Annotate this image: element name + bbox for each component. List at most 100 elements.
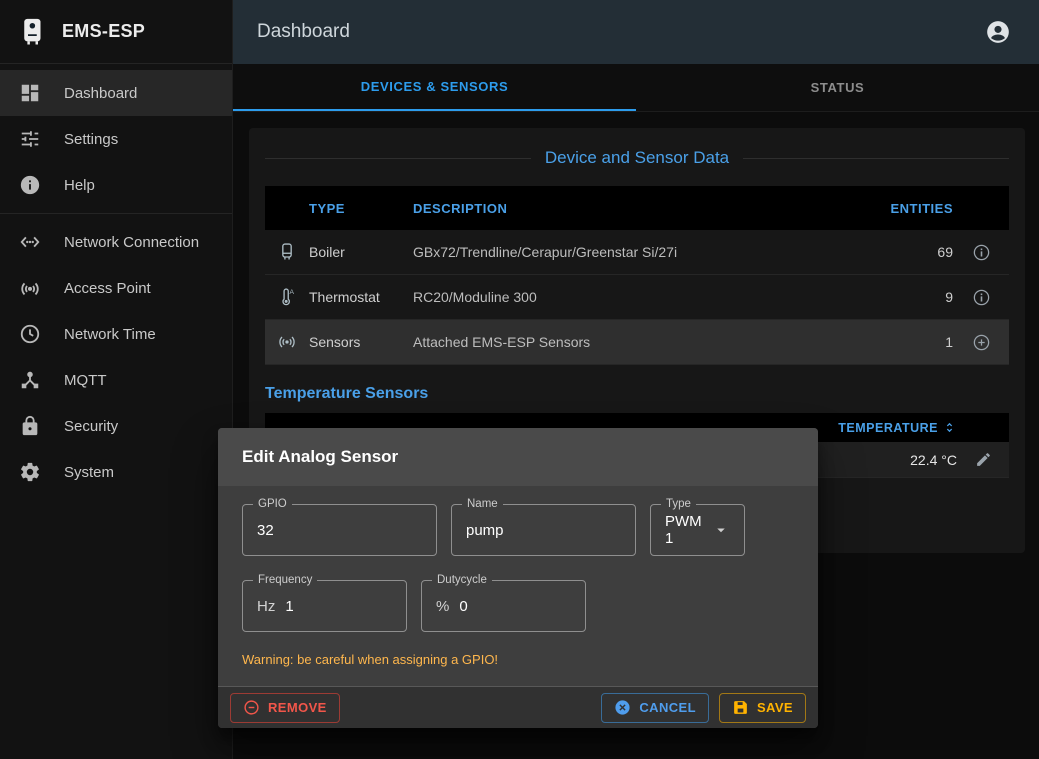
pencil-icon[interactable] bbox=[973, 449, 994, 470]
caret-down-icon bbox=[712, 521, 730, 539]
sidebar-item-mqtt[interactable]: MQTT bbox=[0, 357, 232, 403]
page-title: Dashboard bbox=[257, 21, 981, 43]
app-logo: EMS-ESP bbox=[0, 0, 232, 64]
sidebar-item-label: MQTT bbox=[64, 372, 107, 389]
tab-devices-sensors[interactable]: DEVICES & SENSORS bbox=[233, 64, 636, 111]
section-title: Device and Sensor Data bbox=[265, 148, 1009, 168]
sidebar-item-label: Settings bbox=[64, 131, 118, 148]
sidebar-item-network-time[interactable]: Network Time bbox=[0, 311, 232, 357]
account-button[interactable] bbox=[981, 15, 1015, 49]
device-entities: 69 bbox=[883, 244, 953, 260]
device-description: RC20/Moduline 300 bbox=[413, 289, 883, 305]
tab-status[interactable]: STATUS bbox=[636, 64, 1039, 111]
device-type: Boiler bbox=[309, 244, 413, 260]
svg-text:A: A bbox=[290, 289, 295, 296]
type-select[interactable]: Type PWM 1 bbox=[650, 504, 745, 556]
device-type: Thermostat bbox=[309, 289, 413, 305]
device-type: Sensors bbox=[309, 334, 413, 350]
sidebar-item-settings[interactable]: Settings bbox=[0, 116, 232, 162]
tab-bar: DEVICES & SENSORS STATUS bbox=[233, 64, 1039, 112]
sidebar-item-help[interactable]: Help bbox=[0, 162, 232, 208]
sidebar-item-system[interactable]: System bbox=[0, 449, 232, 495]
type-value: PWM 1 bbox=[665, 513, 712, 547]
gpio-label: GPIO bbox=[253, 497, 292, 511]
ems-esp-app: EMS-ESP Dashboard Settings Help bbox=[0, 0, 1039, 759]
temperature-column-header[interactable]: TEMPERATURE bbox=[797, 420, 957, 435]
sidebar-item-label: System bbox=[64, 464, 114, 481]
temperature-value: 22.4 °C bbox=[797, 452, 957, 468]
sidebar: EMS-ESP Dashboard Settings Help bbox=[0, 0, 233, 759]
dialog-actions: REMOVE CANCEL SAVE bbox=[218, 686, 818, 728]
table-row-sensors: Sensors Attached EMS-ESP Sensors 1 bbox=[265, 320, 1009, 365]
cancel-button[interactable]: CANCEL bbox=[601, 693, 709, 723]
device-description: GBx72/Trendline/Cerapur/Greenstar Si/27i bbox=[413, 244, 883, 260]
sidebar-item-label: Network Connection bbox=[64, 234, 199, 251]
gear-icon bbox=[18, 460, 42, 484]
info-icon bbox=[18, 173, 42, 197]
frequency-input[interactable] bbox=[285, 598, 392, 615]
dialog-title: Edit Analog Sensor bbox=[218, 428, 818, 486]
settings-ethernet-icon bbox=[18, 230, 42, 254]
lock-icon bbox=[18, 414, 42, 438]
minus-circle-icon bbox=[243, 699, 260, 716]
add-circle-icon[interactable] bbox=[970, 331, 993, 354]
table-row-boiler: Boiler GBx72/Trendline/Cerapur/Greenstar… bbox=[265, 230, 1009, 275]
frequency-label: Frequency bbox=[253, 573, 317, 587]
section-title-text: Device and Sensor Data bbox=[545, 148, 729, 168]
tune-icon bbox=[18, 127, 42, 151]
frequency-unit: Hz bbox=[257, 598, 275, 615]
type-label: Type bbox=[661, 497, 696, 511]
sidebar-item-security[interactable]: Security bbox=[0, 403, 232, 449]
name-field: Name bbox=[451, 504, 636, 556]
header-entities: ENTITIES bbox=[883, 201, 953, 216]
dutycycle-field: Dutycycle % bbox=[421, 580, 586, 632]
water-heater-logo-icon bbox=[18, 17, 48, 47]
sidebar-item-label: Dashboard bbox=[64, 85, 137, 102]
sidebar-item-network-connection[interactable]: Network Connection bbox=[0, 219, 232, 265]
device-table: TYPE DESCRIPTION ENTITIES Boiler GBx72/T… bbox=[265, 186, 1009, 365]
edit-analog-sensor-dialog: Edit Analog Sensor GPIO Name Type PWM 1 bbox=[218, 428, 818, 728]
cancel-circle-icon bbox=[614, 699, 631, 716]
app-bar: Dashboard bbox=[233, 0, 1039, 64]
dialog-body: GPIO Name Type PWM 1 Frequency bbox=[218, 486, 818, 686]
device-description: Attached EMS-ESP Sensors bbox=[413, 334, 883, 350]
floppy-icon bbox=[732, 699, 749, 716]
device-table-header: TYPE DESCRIPTION ENTITIES bbox=[265, 186, 1009, 230]
gpio-field: GPIO bbox=[242, 504, 437, 556]
name-label: Name bbox=[462, 497, 503, 511]
sidebar-item-label: Network Time bbox=[64, 326, 156, 343]
thermostat-icon: A bbox=[265, 287, 309, 307]
sidebar-nav: Dashboard Settings Help Network Conn bbox=[0, 64, 232, 495]
dashboard-icon bbox=[18, 81, 42, 105]
sensor-icon bbox=[265, 332, 309, 352]
info-outline-icon[interactable] bbox=[970, 241, 993, 264]
temperature-sensors-title: Temperature Sensors bbox=[265, 385, 1009, 403]
sidebar-item-label: Security bbox=[64, 418, 118, 435]
header-type: TYPE bbox=[309, 201, 413, 216]
device-entities: 1 bbox=[883, 334, 953, 350]
account-circle-icon bbox=[985, 19, 1011, 45]
gpio-warning-text: Warning: be careful when assigning a GPI… bbox=[242, 652, 794, 667]
info-outline-icon[interactable] bbox=[970, 286, 993, 309]
wifi-tethering-icon bbox=[18, 276, 42, 300]
dutycycle-input[interactable] bbox=[459, 598, 571, 615]
table-row-thermostat: A Thermostat RC20/Moduline 300 9 bbox=[265, 275, 1009, 320]
clock-icon bbox=[18, 322, 42, 346]
sidebar-item-label: Help bbox=[64, 177, 95, 194]
device-hub-icon bbox=[18, 368, 42, 392]
frequency-field: Frequency Hz bbox=[242, 580, 407, 632]
app-title: EMS-ESP bbox=[62, 21, 145, 42]
sidebar-divider bbox=[0, 213, 232, 214]
dutycycle-label: Dutycycle bbox=[432, 573, 492, 587]
save-button[interactable]: SAVE bbox=[719, 693, 806, 723]
sidebar-item-dashboard[interactable]: Dashboard bbox=[0, 70, 232, 116]
boiler-icon bbox=[265, 242, 309, 262]
sidebar-item-access-point[interactable]: Access Point bbox=[0, 265, 232, 311]
dutycycle-unit: % bbox=[436, 598, 449, 615]
device-entities: 9 bbox=[883, 289, 953, 305]
remove-button[interactable]: REMOVE bbox=[230, 693, 340, 723]
header-description: DESCRIPTION bbox=[413, 201, 883, 216]
sidebar-item-label: Access Point bbox=[64, 280, 151, 297]
gpio-input[interactable] bbox=[257, 522, 422, 539]
name-input[interactable] bbox=[466, 522, 621, 539]
